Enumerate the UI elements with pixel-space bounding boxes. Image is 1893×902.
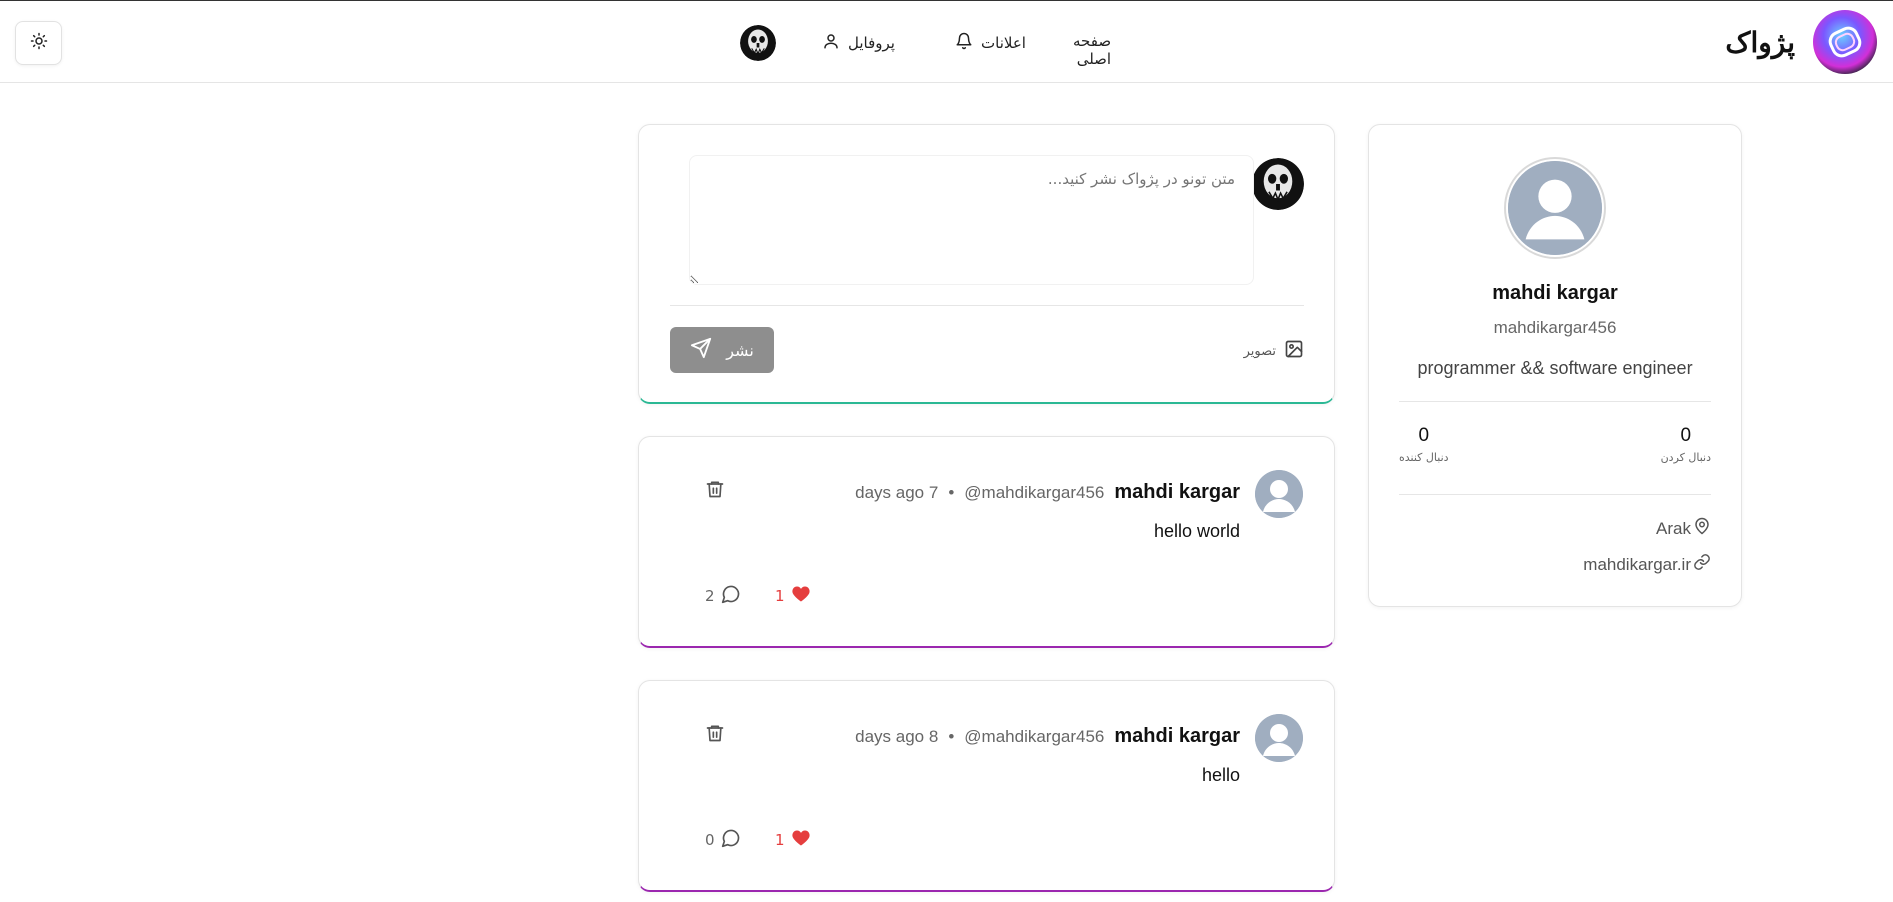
publish-button[interactable]: نشر bbox=[670, 327, 774, 373]
following-label: دنبال کردن bbox=[1660, 451, 1711, 464]
post-header: mahdi kargar @mahdikargar456 • days ago … bbox=[855, 725, 1240, 748]
comment-button[interactable]: 2 bbox=[705, 584, 741, 608]
comment-count: 2 bbox=[705, 587, 715, 605]
profile-divider bbox=[1399, 494, 1711, 495]
nav-notifications[interactable]: اعلانات bbox=[955, 32, 1026, 54]
following-count: 0 bbox=[1680, 425, 1692, 446]
publish-label: نشر bbox=[726, 340, 754, 360]
delete-post-button[interactable] bbox=[705, 479, 725, 503]
profile-divider bbox=[1399, 401, 1711, 402]
post-composer: تصویر نشر bbox=[638, 124, 1335, 404]
profile-website[interactable]: mahdikargar.ir bbox=[1583, 553, 1711, 576]
add-image-label: تصویر bbox=[1243, 343, 1276, 359]
profile-username: mahdikargar456 bbox=[1493, 318, 1617, 337]
heart-icon bbox=[791, 584, 811, 608]
following-stat[interactable]: 0 دنبال کردن bbox=[1661, 425, 1711, 464]
nav-notifications-label: اعلانات bbox=[981, 34, 1026, 52]
brand[interactable]: پژواک bbox=[1725, 10, 1877, 74]
delete-post-button[interactable] bbox=[705, 723, 725, 747]
profile-name: mahdi kargar bbox=[1492, 282, 1618, 304]
like-count: 1 bbox=[775, 831, 785, 849]
nav-home[interactable]: صفحه اصلی bbox=[1073, 32, 1111, 68]
image-icon bbox=[1284, 339, 1304, 363]
user-avatar[interactable] bbox=[740, 25, 776, 61]
sun-icon bbox=[30, 32, 48, 54]
post-time: days ago 8 bbox=[855, 726, 939, 746]
followers-stat[interactable]: 0 دنبال کننده bbox=[1399, 425, 1449, 464]
send-icon bbox=[690, 337, 712, 363]
like-button[interactable]: 1 bbox=[775, 584, 811, 608]
heart-icon bbox=[791, 828, 811, 852]
post-author-name[interactable]: mahdi kargar bbox=[1114, 725, 1240, 748]
location-text: Arak bbox=[1656, 518, 1691, 538]
nav-profile[interactable]: پروفایل bbox=[822, 32, 895, 54]
followers-count: 0 bbox=[1418, 425, 1430, 446]
post-author-username[interactable]: @mahdikargar456 bbox=[964, 727, 1104, 747]
profile-bio: programmer && software engineer bbox=[1417, 358, 1693, 378]
post-text-input[interactable] bbox=[689, 155, 1254, 285]
composer-avatar bbox=[1252, 158, 1304, 210]
post-card: mahdi kargar @mahdikargar456 • days ago … bbox=[638, 680, 1335, 892]
post-separator: • bbox=[948, 482, 955, 502]
post-separator: • bbox=[948, 726, 955, 746]
user-icon bbox=[822, 32, 840, 54]
map-pin-icon bbox=[1693, 517, 1711, 540]
post-text: hello bbox=[1201, 765, 1240, 785]
post-author-avatar[interactable] bbox=[1255, 714, 1303, 762]
post-card: mahdi kargar @mahdikargar456 • days ago … bbox=[638, 436, 1335, 648]
trash-icon bbox=[705, 481, 725, 503]
comment-count: 0 bbox=[705, 831, 715, 849]
bell-icon bbox=[955, 32, 973, 54]
top-navbar: صفحه اصلی اعلانات پروفایل پژواک bbox=[0, 1, 1893, 83]
nav-home-label: صفحه اصلی bbox=[1073, 32, 1112, 68]
post-header: mahdi kargar @mahdikargar456 • days ago … bbox=[855, 481, 1240, 504]
post-author-username[interactable]: @mahdikargar456 bbox=[964, 483, 1104, 503]
link-icon bbox=[1693, 553, 1711, 576]
brand-title: پژواک bbox=[1725, 25, 1795, 59]
like-button[interactable]: 1 bbox=[775, 828, 811, 852]
comment-icon bbox=[721, 584, 741, 608]
nav-profile-label: پروفایل bbox=[848, 34, 895, 52]
brand-logo bbox=[1813, 10, 1877, 74]
trash-icon bbox=[705, 725, 725, 747]
comment-icon bbox=[721, 828, 741, 852]
website-link[interactable]: mahdikargar.ir bbox=[1583, 555, 1691, 575]
like-count: 1 bbox=[775, 587, 785, 605]
profile-card: mahdi kargar mahdikargar456 programmer &… bbox=[1368, 124, 1742, 607]
composer-divider bbox=[670, 305, 1304, 306]
comment-button[interactable]: 0 bbox=[705, 828, 741, 852]
post-time: days ago 7 bbox=[855, 482, 939, 502]
add-image-button[interactable]: تصویر bbox=[1244, 339, 1304, 363]
post-author-avatar[interactable] bbox=[1255, 470, 1303, 518]
profile-location: Arak bbox=[1656, 517, 1711, 540]
profile-avatar[interactable] bbox=[1504, 157, 1606, 259]
theme-toggle-button[interactable] bbox=[15, 21, 62, 65]
followers-label: دنبال کننده bbox=[1399, 451, 1449, 464]
post-text: hello world bbox=[1153, 521, 1240, 541]
post-author-name[interactable]: mahdi kargar bbox=[1114, 481, 1240, 504]
